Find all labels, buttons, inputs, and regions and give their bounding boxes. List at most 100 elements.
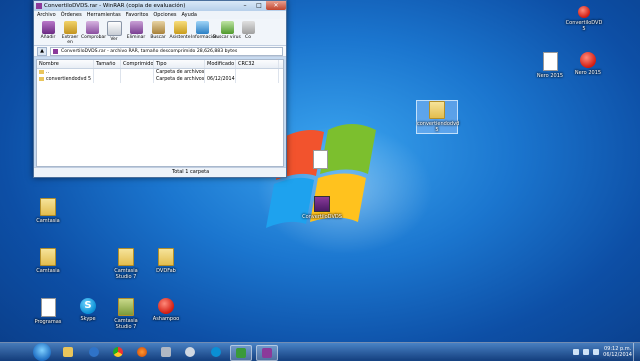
column-name[interactable]: Nombre — [37, 60, 94, 68]
winrar-window[interactable]: ConvertiloDVDS.rar - WinRAR (copia de ev… — [33, 0, 287, 178]
app-icon — [161, 347, 171, 357]
wizard-button[interactable]: Asistente — [169, 19, 191, 45]
view-icon — [106, 21, 122, 36]
file-row[interactable]: convertiendodvd 5 Carpeta de archivos 06… — [37, 76, 283, 83]
view-button[interactable]: Ver — [103, 19, 125, 45]
archive-path-field[interactable]: ConvertiloDVDS.rar - archivo RAR, tamaño… — [50, 46, 283, 56]
desktop-icon-dvdfab[interactable]: DVDFab — [146, 248, 186, 274]
menu-ayuda[interactable]: Ayuda — [182, 12, 197, 18]
taskbar-explorer[interactable] — [58, 345, 78, 359]
winrar-icon — [36, 3, 42, 9]
extract-icon — [63, 21, 77, 34]
column-size[interactable]: Tamaño — [94, 60, 121, 68]
delete-icon — [129, 21, 143, 34]
flag-icon[interactable] — [573, 349, 580, 355]
desktop-icon-ashampoo[interactable]: Ashampoo — [146, 298, 186, 322]
desktop-icon-convertilodvds-rar[interactable]: ConvertiloDVDS — [302, 196, 342, 220]
camtasia-icon — [236, 348, 246, 358]
column-crc[interactable]: CRC32 — [236, 60, 279, 68]
wizard-icon — [173, 21, 187, 34]
find-button[interactable]: Buscar — [147, 19, 169, 45]
skype-icon: S — [80, 298, 96, 314]
find-icon — [151, 21, 165, 34]
file-list-header: Nombre Tamaño Comprimido Tipo Modificado… — [37, 60, 283, 69]
taskbar-camtasia[interactable] — [230, 345, 252, 361]
address-bar: ▲ ConvertiloDVDS.rar - archivo RAR, tama… — [34, 46, 286, 57]
file-list[interactable]: Nombre Tamaño Comprimido Tipo Modificado… — [36, 59, 284, 167]
desktop-icon-nero[interactable]: Nero 2015 — [568, 52, 608, 76]
explorer-icon — [63, 347, 73, 357]
title-bar[interactable]: ConvertiloDVDS.rar - WinRAR (copia de ev… — [34, 1, 286, 11]
chrome-icon — [113, 347, 123, 357]
test-button[interactable]: Comprobar — [81, 19, 106, 45]
delete-button[interactable]: Eliminar — [125, 19, 147, 45]
media-icon — [185, 347, 195, 357]
taskbar-firefox[interactable] — [132, 345, 152, 359]
extract-button[interactable]: Extraer en — [59, 19, 81, 45]
virus-scan-button[interactable]: Buscar virus — [213, 19, 241, 45]
winrar-icon — [262, 348, 272, 358]
taskbar-skype[interactable] — [206, 345, 226, 359]
app-icon — [578, 6, 590, 18]
folder-icon — [40, 248, 56, 266]
folder-icon — [118, 298, 134, 316]
folder-icon — [39, 69, 44, 74]
file-row[interactable]: .. Carpeta de archivos — [37, 69, 283, 76]
desktop-icon-skype[interactable]: S Skype — [68, 298, 108, 322]
menu-bar: Archivo Órdenes Herramientas Favoritos O… — [34, 11, 286, 19]
maximize-button[interactable]: □ — [252, 1, 266, 10]
folder-icon — [40, 198, 56, 216]
comment-icon — [241, 21, 255, 34]
taskbar: 09:12 p.m. 06/12/2014 — [0, 342, 640, 361]
desktop-icon-programas[interactable]: Programas — [28, 298, 68, 325]
info-icon — [195, 21, 209, 34]
clock[interactable]: 09:12 p.m. 06/12/2014 — [603, 346, 632, 358]
minimize-button[interactable]: – — [238, 1, 252, 10]
desktop-icon-camtasia-1[interactable]: Camtasia — [28, 198, 68, 224]
folder-icon — [158, 248, 174, 266]
taskbar-winrar[interactable] — [256, 345, 278, 361]
desktop-icon-camtasia-2[interactable]: Camtasia — [28, 248, 68, 274]
desktop-icon-camtasia-studio-1[interactable]: Camtasia Studio 7 — [106, 248, 146, 280]
folder-icon — [429, 101, 445, 119]
desktop-icon-file[interactable] — [300, 150, 340, 171]
folder-icon — [118, 248, 134, 266]
taskbar-media-player[interactable] — [84, 345, 104, 359]
rar-icon — [314, 196, 330, 212]
test-icon — [85, 21, 99, 34]
firefox-icon — [137, 347, 147, 357]
ashampoo-icon — [158, 298, 174, 314]
add-button[interactable]: Añadir — [37, 19, 59, 45]
file-icon — [40, 298, 56, 317]
menu-favoritos[interactable]: Favoritos — [126, 12, 149, 18]
desktop-icon-convertilodvd[interactable]: ConvertiloDVD 5 — [564, 6, 604, 32]
status-text: Total 1 carpeta — [172, 169, 210, 175]
desktop-icon-convertiendodvd-folder[interactable]: convertiendodvd 5 — [416, 100, 459, 134]
close-button[interactable]: ✕ — [266, 1, 286, 10]
up-folder-button[interactable]: ▲ — [37, 46, 47, 56]
start-button[interactable] — [33, 343, 51, 361]
menu-archivo[interactable]: Archivo — [37, 12, 56, 18]
taskbar-app[interactable] — [156, 345, 176, 359]
file-icon — [542, 52, 558, 71]
column-type[interactable]: Tipo — [154, 60, 205, 68]
menu-opciones[interactable]: Opciones — [153, 12, 176, 18]
show-desktop-button[interactable] — [633, 343, 640, 361]
folder-icon — [39, 76, 44, 81]
info-button[interactable]: Información — [191, 19, 218, 45]
comment-button[interactable]: Co — [241, 19, 255, 45]
menu-herramientas[interactable]: Herramientas — [87, 12, 121, 18]
archive-icon — [53, 48, 58, 54]
taskbar-chrome[interactable] — [108, 345, 128, 359]
volume-icon[interactable] — [593, 349, 600, 355]
file-icon — [312, 150, 328, 169]
desktop-icon-nero-file[interactable]: Nero 2015 — [530, 52, 570, 79]
desktop-icon-camtasia-studio-2[interactable]: Camtasia Studio 7 — [106, 298, 146, 330]
column-packed[interactable]: Comprimido — [121, 60, 154, 68]
menu-ordenes[interactable]: Órdenes — [61, 12, 82, 18]
taskbar-media[interactable] — [180, 345, 200, 359]
network-icon[interactable] — [583, 349, 590, 355]
column-modified[interactable]: Modificado — [205, 60, 236, 68]
virus-scan-icon — [220, 21, 234, 34]
media-player-icon — [89, 347, 99, 357]
